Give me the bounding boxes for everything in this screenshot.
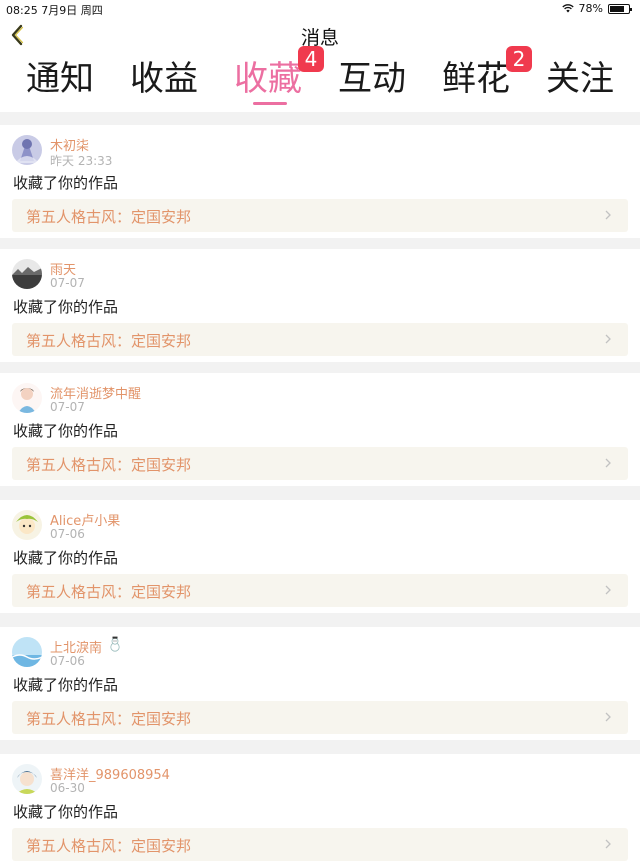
tab-earnings[interactable]: 收益 (112, 58, 216, 100)
work-link[interactable]: 第五人格古风：定国安邦 (12, 199, 628, 232)
battery-percent: 78% (578, 2, 603, 15)
action-text: 收藏了你的作品 (13, 549, 119, 567)
avatar[interactable] (12, 259, 42, 289)
work-link[interactable]: 第五人格古风：定国安邦 (12, 701, 628, 734)
status-bar: 08:25 7月9日 周四 78% (0, 0, 640, 18)
action-text: 收藏了你的作品 (13, 422, 119, 440)
avatar[interactable] (12, 510, 42, 540)
list-item: 木初柒 昨天 23:33 收藏了你的作品 第五人格古风：定国安邦 (0, 125, 640, 238)
avatar[interactable] (12, 135, 42, 165)
avatar[interactable] (12, 637, 42, 667)
list-item: 流年消逝梦中醒 07-07 收藏了你的作品 第五人格古风：定国安邦 (0, 373, 640, 486)
action-text: 收藏了你的作品 (13, 174, 119, 192)
list-item: 喜洋洋_989608954 06-30 收藏了你的作品 第五人格古风：定国安邦 (0, 754, 640, 867)
work-link[interactable]: 第五人格古风：定国安邦 (12, 828, 628, 861)
action-text: 收藏了你的作品 (13, 803, 119, 821)
action-text: 收藏了你的作品 (13, 298, 119, 316)
work-link[interactable]: 第五人格古风：定国安邦 (12, 323, 628, 356)
chevron-right-icon (605, 458, 611, 468)
status-time-date: 08:25 7月9日 周四 (6, 4, 103, 17)
active-tab-indicator (253, 102, 287, 105)
chevron-right-icon (605, 839, 611, 849)
work-link[interactable]: 第五人格古风：定国安邦 (12, 574, 628, 607)
timestamp: 07-07 (50, 276, 85, 290)
work-title: 第五人格古风：定国安邦 (26, 456, 192, 474)
chevron-right-icon (605, 712, 611, 722)
work-link[interactable]: 第五人格古风：定国安邦 (12, 447, 628, 480)
chevron-right-icon (605, 585, 611, 595)
avatar[interactable] (12, 764, 42, 794)
avatar[interactable] (12, 383, 42, 413)
timestamp: 昨天 23:33 (50, 154, 113, 168)
timestamp: 06-30 (50, 781, 85, 795)
wifi-icon (561, 4, 574, 13)
work-title: 第五人格古风：定国安邦 (26, 710, 192, 728)
action-text: 收藏了你的作品 (13, 676, 119, 694)
snowman-emoji-icon (110, 636, 120, 652)
tab-following[interactable]: 关注 (528, 58, 632, 100)
list-item: 雨天 07-07 收藏了你的作品 第五人格古风：定国安邦 (0, 249, 640, 362)
tab-notifications[interactable]: 通知 (8, 58, 112, 100)
battery-icon (608, 3, 632, 14)
work-title: 第五人格古风：定国安邦 (26, 208, 192, 226)
chevron-right-icon (605, 334, 611, 344)
timestamp: 07-06 (50, 527, 85, 541)
chevron-right-icon (605, 210, 611, 220)
list-item: Alice卢小果 07-06 收藏了你的作品 第五人格古风：定国安邦 (0, 500, 640, 613)
tab-interactions[interactable]: 互动 (320, 58, 424, 100)
list-item: 上北淚南 07-06 收藏了你的作品 第五人格古风：定国安邦 (0, 627, 640, 740)
timestamp: 07-07 (50, 400, 85, 414)
timestamp: 07-06 (50, 654, 85, 668)
tab-bar: 通知 收益 收藏 互动 鲜花 关注 4 2 (0, 46, 640, 112)
favorites-badge: 4 (298, 46, 324, 72)
work-title: 第五人格古风：定国安邦 (26, 583, 192, 601)
work-title: 第五人格古风：定国安邦 (26, 332, 192, 350)
flowers-badge: 2 (506, 46, 532, 72)
